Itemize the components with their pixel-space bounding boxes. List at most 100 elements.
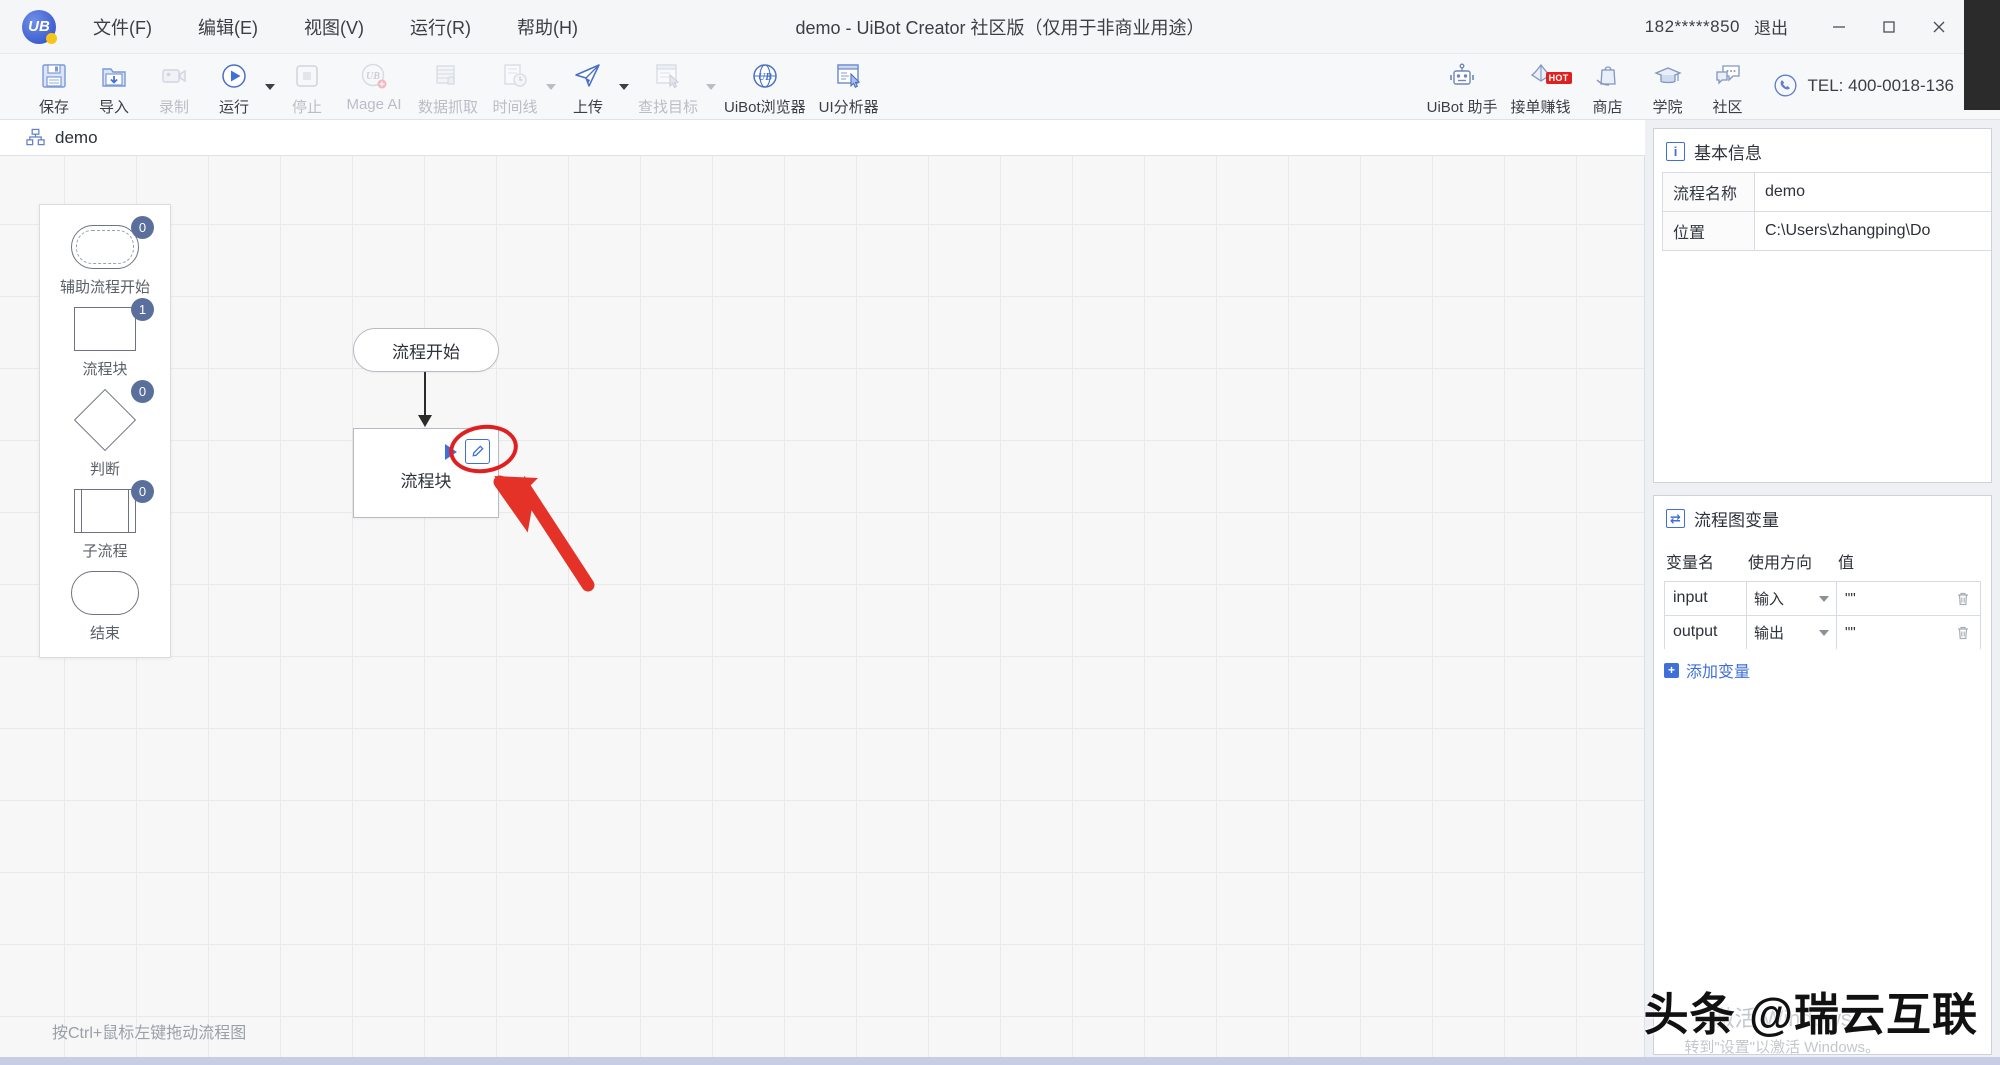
toolbar-earn-money-button[interactable]: HOT 接单赚钱 (1504, 56, 1578, 117)
toolbar-run-button[interactable]: 运行 (204, 56, 264, 117)
flow-node-start[interactable]: 流程开始 (353, 328, 499, 372)
row-value[interactable]: C:\Users\zhangping\Do (1754, 211, 1991, 251)
toolbar-record-button[interactable]: 录制 (144, 56, 204, 117)
flow-node-block-label: 流程块 (400, 472, 452, 491)
toolbar-stop-button[interactable]: 停止 (277, 56, 337, 117)
menu-file[interactable]: 文件(F) (70, 8, 175, 46)
palette-item-end-label: 结束 (89, 625, 120, 642)
upload-dropdown-caret-icon[interactable] (619, 83, 629, 90)
menu-run[interactable]: 运行(R) (387, 8, 494, 46)
toolbar-upload-button[interactable]: 上传 (558, 56, 618, 117)
add-variable-label: 添加变量 (1686, 664, 1751, 681)
row-value[interactable]: demo (1754, 172, 1991, 212)
document-tab-bar: demo (0, 120, 1645, 156)
variable-value-input[interactable]: "" (1837, 583, 1946, 615)
chevron-down-icon (1819, 629, 1829, 636)
phone-icon (1773, 74, 1797, 97)
node-run-icon[interactable] (445, 443, 457, 460)
palette-item-block-label: 流程块 (82, 361, 128, 378)
flow-node-toolbar (445, 439, 490, 464)
toolbar-assistant-button[interactable]: UiBot 助手 (1421, 56, 1504, 117)
toolbar-community-label: 社区 (1712, 99, 1743, 116)
palette-count-badge: 0 (131, 216, 154, 239)
toolbar: 保存 导入 录制 运行 停止 UB Mage AI 数据抓取 时间线 上传 查找… (0, 54, 2000, 120)
shop-icon (1593, 58, 1623, 94)
variable-value-input[interactable]: "" (1837, 617, 1946, 649)
palette-item-aux-start[interactable]: 0 辅助流程开始 (40, 216, 170, 301)
flow-node-block[interactable]: 流程块 (353, 428, 499, 518)
toolbar-find-target-button[interactable]: 查找目标 (631, 56, 705, 117)
hot-badge: HOT (1545, 72, 1572, 84)
toolbar-save-label: 保存 (38, 99, 69, 116)
chevron-down-icon (1819, 595, 1829, 602)
palette-item-subprocess[interactable]: 0 子流程 (40, 480, 170, 565)
add-variable-button[interactable]: + 添加变量 (1664, 658, 1981, 682)
end-shape-icon (71, 571, 139, 615)
info-icon: i (1666, 142, 1685, 161)
toolbar-earn-money-label: 接单赚钱 (1510, 99, 1571, 116)
node-edit-icon[interactable] (465, 439, 490, 464)
delete-variable-button[interactable] (1946, 591, 1980, 607)
toolbar-data-scrape-button[interactable]: 数据抓取 (411, 56, 485, 117)
toolbar-academy-label: 学院 (1652, 99, 1683, 116)
tab-demo[interactable]: demo (20, 128, 104, 148)
academy-icon (1653, 58, 1683, 94)
logout-button[interactable]: 退出 (1754, 14, 1788, 39)
run-dropdown-caret-icon[interactable] (265, 83, 275, 90)
toolbar-shop-button[interactable]: 商店 (1578, 56, 1638, 117)
row-key: 流程名称 (1662, 172, 1755, 212)
toolbar-ui-analyzer-label: UI分析器 (818, 99, 879, 116)
toolbar-data-scrape-label: 数据抓取 (417, 99, 478, 116)
close-button[interactable] (1914, 0, 1964, 54)
basic-info-card: i 基本信息 流程名称 demo 位置 C:\Users\zhangping\D… (1653, 128, 1992, 483)
variable-name-output[interactable]: output (1665, 616, 1747, 649)
trash-icon (1958, 626, 1968, 639)
palette-item-block[interactable]: 1 流程块 (40, 298, 170, 383)
toolbar-record-label: 录制 (158, 99, 189, 116)
menu-view[interactable]: 视图(V) (281, 8, 387, 46)
robot-icon (1447, 58, 1477, 94)
toolbar-timeline-group: 时间线 (485, 56, 558, 117)
aux-start-shape-icon (71, 225, 139, 269)
toolbar-upload-label: 上传 (572, 99, 603, 116)
toolbar-mage-ai-button[interactable]: UB Mage AI (337, 56, 411, 113)
title-bar: UB 文件(F) 编辑(E) 视图(V) 运行(R) 帮助(H) demo - … (0, 0, 2000, 54)
toolbar-academy-button[interactable]: 学院 (1638, 56, 1698, 117)
delete-variable-button[interactable] (1946, 625, 1980, 641)
menu-edit[interactable]: 编辑(E) (175, 8, 281, 46)
trash-icon (1958, 592, 1968, 605)
variable-row-output: output 输出 "" (1664, 615, 1981, 649)
maximize-button[interactable] (1864, 0, 1914, 54)
flow-variables-title: 流程图变量 (1694, 511, 1779, 530)
stop-icon (292, 58, 322, 94)
timeline-dropdown-caret-icon[interactable] (546, 83, 556, 90)
right-panel: i 基本信息 流程名称 demo 位置 C:\Users\zhangping\D… (1645, 120, 2000, 1065)
run-icon (219, 58, 249, 94)
toolbar-timeline-button[interactable]: 时间线 (485, 56, 545, 117)
find-target-dropdown-caret-icon[interactable] (706, 83, 716, 90)
variable-direction-select[interactable]: 输出 (1747, 616, 1837, 649)
variable-direction-select[interactable]: 输入 (1747, 582, 1837, 615)
toolbar-ui-analyzer-button[interactable]: UI分析器 (812, 56, 886, 117)
flow-node-start-label: 流程开始 (392, 342, 460, 362)
support-phone-label: TEL: 400-0018-136 (1807, 75, 1955, 95)
toolbar-import-button[interactable]: 导入 (84, 56, 144, 117)
toolbar-community-button[interactable]: 社区 (1698, 56, 1758, 117)
minimize-button[interactable] (1814, 0, 1864, 54)
palette-item-condition[interactable]: 0 判断 (40, 380, 170, 483)
flow-canvas[interactable]: 0 辅助流程开始 1 流程块 0 判断 0 子流程 结束 流程开始 流程块 按C… (0, 156, 1645, 1065)
record-icon (159, 58, 189, 94)
block-shape-icon (74, 307, 136, 351)
variable-name-input[interactable]: input (1665, 582, 1747, 615)
flow-variables-card: ⇄ 流程图变量 变量名 使用方向 值 input 输入 "" output 输出… (1653, 495, 1992, 1055)
menu-help[interactable]: 帮助(H) (494, 8, 601, 46)
column-header-direction: 使用方向 (1748, 555, 1813, 572)
toolbar-uibot-browser-button[interactable]: UB UiBot浏览器 (718, 56, 812, 117)
toolbar-right-group: UiBot 助手 HOT 接单赚钱 商店 学院 社区 TEL: 400-0018… (1421, 56, 2000, 117)
app-window: UB 文件(F) 编辑(E) 视图(V) 运行(R) 帮助(H) demo - … (0, 0, 2000, 1065)
toolbar-shop-label: 商店 (1592, 99, 1623, 116)
palette-count-badge: 0 (131, 380, 154, 403)
toolbar-left-group: 保存 导入 录制 运行 停止 UB Mage AI 数据抓取 时间线 上传 查找… (0, 56, 886, 117)
palette-item-end[interactable]: 结束 (40, 565, 170, 647)
toolbar-save-button[interactable]: 保存 (24, 56, 84, 117)
